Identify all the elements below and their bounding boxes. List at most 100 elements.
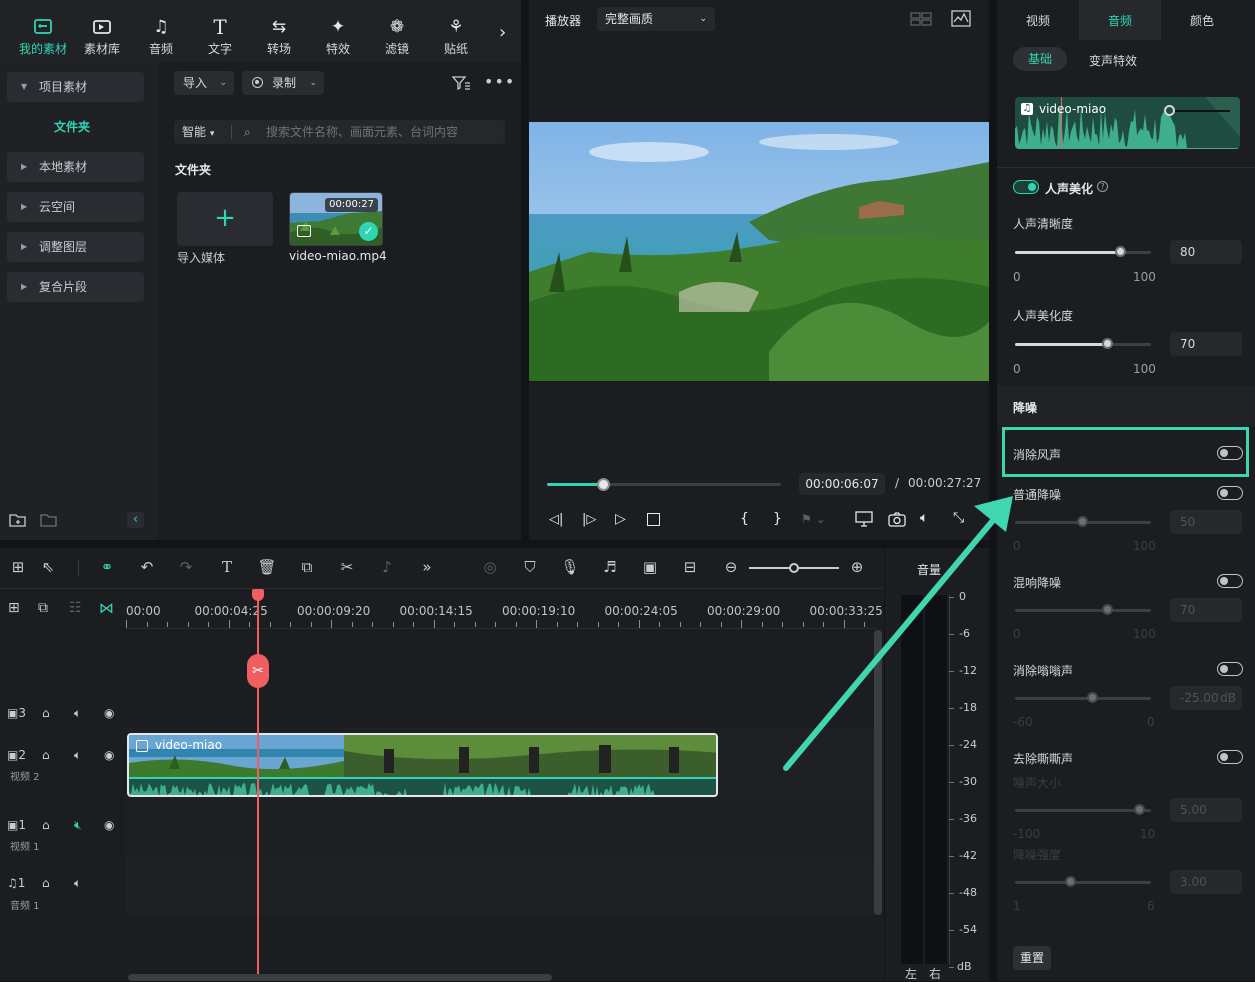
subtab-voice-changer[interactable]: 变声特效 (1089, 52, 1137, 69)
zoom-out-icon[interactable]: ⊖ (721, 557, 741, 577)
playhead-handle[interactable] (252, 589, 264, 601)
speaker-icon[interactable]: 🔈︎ (74, 876, 81, 891)
link-track-icon[interactable]: ⧉ (38, 600, 48, 616)
tab-my-media[interactable]: 我的素材 (14, 0, 72, 62)
fullscreen-icon[interactable]: ⤡ (953, 510, 964, 526)
search-bar[interactable]: 智能 ▾ ⌕ 搜索文件名称、画面元素、台词内容 (174, 120, 505, 144)
lock-icon[interactable]: ⌂ (42, 748, 50, 762)
link-icon[interactable]: ⚭ (97, 557, 117, 577)
sidebar-item-project-media[interactable]: ▼ 项目素材 (7, 72, 144, 102)
sidebar-item-adjustment[interactable]: ▶ 调整图层 (7, 232, 144, 262)
text-tool-icon[interactable]: T (217, 557, 237, 577)
smart-search-dropdown[interactable]: 智能 ▾ (182, 120, 214, 146)
eye-icon[interactable]: ◉ (104, 748, 114, 762)
snapshot-icon[interactable] (888, 511, 906, 530)
add-track-icon[interactable]: ⊞ (8, 600, 20, 616)
hum-removal-toggle[interactable] (1217, 662, 1243, 676)
eye-icon[interactable]: ◉ (104, 818, 114, 832)
hiss-removal-toggle[interactable] (1217, 750, 1243, 764)
tab-stock-media[interactable]: 素材库 (73, 0, 131, 62)
volume-icon[interactable]: 🔈︎ (920, 510, 928, 526)
wind-removal-toggle[interactable] (1217, 446, 1243, 460)
reset-button[interactable]: 重置 (1013, 946, 1051, 970)
tab-filters[interactable]: ❁ 滤镜 (368, 0, 426, 62)
split-scissors-handle[interactable]: ✂ (247, 654, 269, 688)
lock-icon[interactable]: ⌂ (42, 818, 50, 832)
hum-removal-slider[interactable] (1015, 697, 1151, 700)
collapse-sidebar-button[interactable]: ‹ (127, 512, 144, 528)
noise-volume-knob[interactable] (1134, 804, 1145, 815)
lock-icon[interactable]: ⌂ (42, 706, 50, 720)
audio-stretch-icon[interactable]: ♪ (377, 557, 397, 577)
tab-color[interactable]: 颜色 (1161, 0, 1243, 40)
hum-removal-value-box[interactable]: -25.00 dB (1170, 686, 1242, 710)
sidebar-folder[interactable]: 文件夹 (54, 118, 90, 135)
tab-video[interactable]: 视频 (997, 0, 1079, 40)
noise-volume-value[interactable]: 5.00 (1170, 798, 1242, 822)
magnet-snap-icon[interactable]: ⋈ (99, 599, 114, 617)
voice-beautify-knob[interactable] (1102, 338, 1113, 349)
normal-denoise-value[interactable]: 50 (1170, 510, 1242, 534)
marker-dropdown-icon[interactable]: ⚑ ⌄ (801, 512, 826, 526)
speaker-muted-icon[interactable]: 🔇︎ (74, 818, 82, 833)
playback-progress-track[interactable] (547, 478, 781, 491)
video-preview[interactable] (529, 122, 989, 381)
voice-clarity-knob[interactable] (1115, 246, 1126, 257)
sidebar-item-compound[interactable]: ▶ 复合片段 (7, 272, 144, 302)
normal-denoise-toggle[interactable] (1217, 486, 1243, 500)
waveform-volume-knob[interactable] (1164, 105, 1175, 116)
vertical-scrollbar[interactable] (874, 630, 882, 915)
tab-stickers[interactable]: ⚘ 贴纸 (427, 0, 485, 62)
waveform-volume-track[interactable] (1170, 110, 1230, 112)
new-folder-icon[interactable] (9, 512, 27, 531)
voice-enhance-toggle[interactable] (1013, 180, 1039, 194)
zoom-knob[interactable] (789, 563, 799, 573)
tab-audio[interactable]: 音频 (1079, 0, 1161, 40)
voice-clarity-value[interactable]: 80 (1170, 240, 1242, 264)
timeline-clip[interactable]: video-miao (127, 733, 718, 797)
track-lane-audio1[interactable] (126, 860, 876, 915)
marker-icon[interactable]: ⛉ (520, 557, 540, 577)
grid-view-icon[interactable] (910, 12, 932, 29)
reverb-denoise-value[interactable]: 70 (1170, 598, 1242, 622)
mark-out-icon[interactable]: } (773, 511, 782, 527)
zoom-in-icon[interactable]: ⊕ (847, 557, 867, 577)
sidebar-item-local[interactable]: ▶ 本地素材 (7, 152, 144, 182)
import-dropdown[interactable]: 导入 ⌄ (174, 71, 234, 95)
hum-removal-knob[interactable] (1087, 692, 1098, 703)
mark-in-icon[interactable]: { (740, 511, 749, 527)
noise-volume-slider[interactable] (1015, 809, 1151, 812)
scope-icon[interactable] (951, 10, 971, 30)
media-clip-thumbnail[interactable]: 00:00:27 ✓ (289, 192, 383, 246)
redo-icon[interactable]: ↷ (176, 557, 196, 577)
crop-icon[interactable]: ⧉ (297, 557, 317, 577)
current-time[interactable]: 00:00:06:07 (799, 473, 885, 495)
reverb-denoise-knob[interactable] (1102, 604, 1113, 615)
tab-effects[interactable]: ✦ 特效 (309, 0, 367, 62)
display-icon[interactable] (855, 511, 873, 530)
quality-dropdown[interactable]: 完整画质 ⌄ (597, 7, 715, 31)
render-icon[interactable]: ◎ (480, 557, 500, 577)
denoise-strength-slider[interactable] (1015, 881, 1151, 884)
sidebar-item-cloud[interactable]: ▶ 云空间 (7, 192, 144, 222)
record-dropdown[interactable]: 录制 ⌄ (242, 71, 324, 95)
normal-denoise-knob[interactable] (1077, 516, 1088, 527)
reverb-denoise-toggle[interactable] (1217, 574, 1243, 588)
split-scissors-icon[interactable]: ✂ (337, 557, 357, 577)
filter-sort-icon[interactable] (451, 74, 471, 95)
track-manager-icon[interactable]: ☷ (69, 600, 82, 616)
auto-reframe-icon[interactable]: ▣ (640, 557, 660, 577)
undo-icon[interactable]: ↶ (137, 557, 157, 577)
voice-beautify-value[interactable]: 70 (1170, 332, 1242, 356)
timeline-ruler[interactable]: 00:00 00:00:04:25 00:00:09:20 00:00:14:15 00… (126, 588, 883, 628)
delete-icon[interactable]: 🗑︎ (257, 557, 277, 577)
select-tool-icon[interactable]: ⇖ (38, 557, 58, 577)
lock-icon[interactable]: ⌂ (42, 876, 50, 890)
move-folder-icon[interactable] (40, 512, 58, 531)
speaker-icon[interactable]: 🔈︎ (74, 706, 81, 721)
fit-timeline-icon[interactable]: ⊟ (680, 557, 700, 577)
microphone-icon[interactable]: 🎙︎ (560, 557, 580, 577)
denoise-strength-knob[interactable] (1065, 876, 1076, 887)
search-input[interactable]: 搜索文件名称、画面元素、台词内容 (266, 120, 458, 144)
previous-frame-icon[interactable]: ◁| (549, 512, 563, 527)
